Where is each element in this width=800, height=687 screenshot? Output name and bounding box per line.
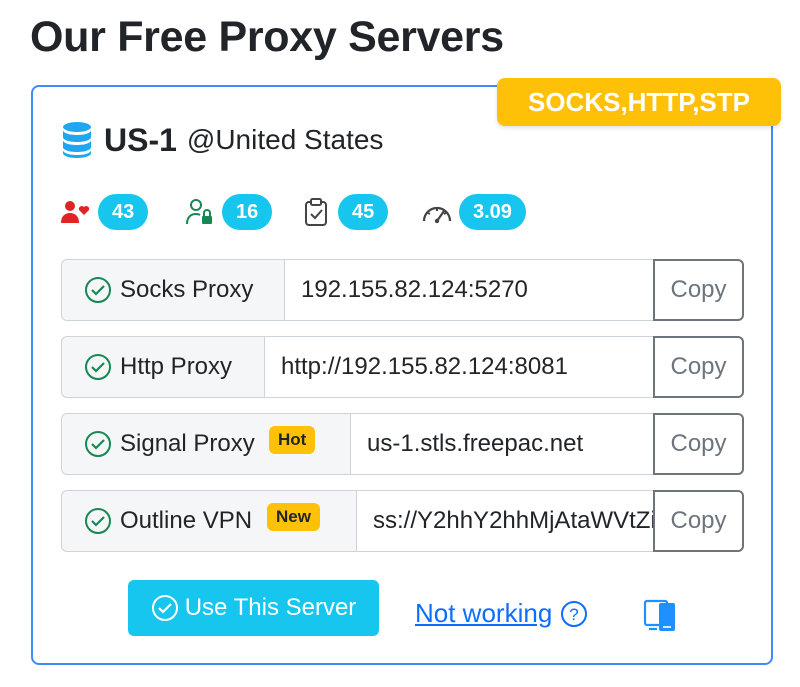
copy-button[interactable]: Copy (653, 490, 744, 552)
hot-badge: Hot (269, 426, 316, 454)
copy-button[interactable]: Copy (653, 413, 744, 475)
check-circle-icon (85, 508, 111, 534)
proxy-row-http: Http Proxy http://192.155.82.124:8081 Co… (61, 336, 744, 398)
copy-button[interactable]: Copy (653, 336, 744, 398)
server-location: @United States (186, 124, 384, 155)
proxy-row-socks: Socks Proxy 192.155.82.124:5270 Copy (61, 259, 744, 321)
check-circle-icon (151, 595, 178, 621)
stat-tasks: 45 (300, 193, 389, 231)
proxy-address-field[interactable]: us-1.stls.freepac.net (350, 413, 653, 475)
row-label: Http Proxy (61, 336, 264, 398)
use-server-label: Use This Server (184, 594, 357, 621)
stat-users-count: 43 (98, 194, 149, 230)
check-circle-icon (85, 277, 111, 303)
server-name: US-1 (104, 121, 177, 158)
stat-auth-users: 16 (184, 193, 273, 231)
row-label: Socks Proxy (61, 259, 284, 321)
check-circle-icon (85, 431, 111, 457)
proxy-address-field[interactable]: 192.155.82.124:5270 (284, 259, 653, 321)
row-label: Signal Proxy Hot (61, 413, 350, 475)
users-heart-icon (60, 196, 92, 228)
proxy-address-field[interactable]: http://192.155.82.124:8081 (264, 336, 653, 398)
copy-button[interactable]: Copy (653, 259, 744, 321)
stat-auth-count: 16 (222, 194, 273, 230)
stat-users: 43 (60, 193, 149, 231)
protocol-badge: SOCKS,HTTP,STP (497, 78, 781, 126)
row-label-text: Outline VPN (120, 507, 253, 534)
proxy-row-outline: Outline VPN New ss://Y2hhY2hhMjAtaWVtZi1… (61, 490, 744, 552)
server-header: US-1 @United States (62, 118, 383, 162)
question-circle-icon: ? (561, 600, 588, 627)
clipboard-check-icon (300, 196, 332, 228)
not-working-label: Not working (415, 598, 553, 628)
new-badge: New (267, 503, 320, 531)
row-label-text: Http Proxy (120, 353, 233, 380)
user-lock-icon (184, 196, 216, 228)
database-icon (63, 122, 91, 158)
stat-tasks-count: 45 (338, 194, 389, 230)
proxy-address-field[interactable]: ss://Y2hhY2hhMjAtaWVtZi1wb2x5MTMwNTpwYXN… (356, 490, 653, 552)
proxy-row-signal: Signal Proxy Hot us-1.stls.freepac.net C… (61, 413, 744, 475)
check-circle-icon (85, 354, 111, 380)
row-label: Outline VPN New (61, 490, 356, 552)
stat-speed-value: 3.09 G (459, 194, 526, 259)
row-label-text: Signal Proxy (120, 430, 255, 457)
use-server-button[interactable]: Use This Server (128, 580, 379, 636)
row-label-text: Socks Proxy (120, 276, 254, 303)
page-title: Our Free Proxy Servers (30, 13, 504, 61)
speedometer-icon (421, 196, 453, 228)
not-working-link[interactable]: Not working ? (415, 598, 592, 629)
svg-text:?: ? (570, 605, 579, 624)
stat-speed: 3.09 G (421, 193, 526, 259)
devices-icon[interactable] (643, 597, 679, 633)
